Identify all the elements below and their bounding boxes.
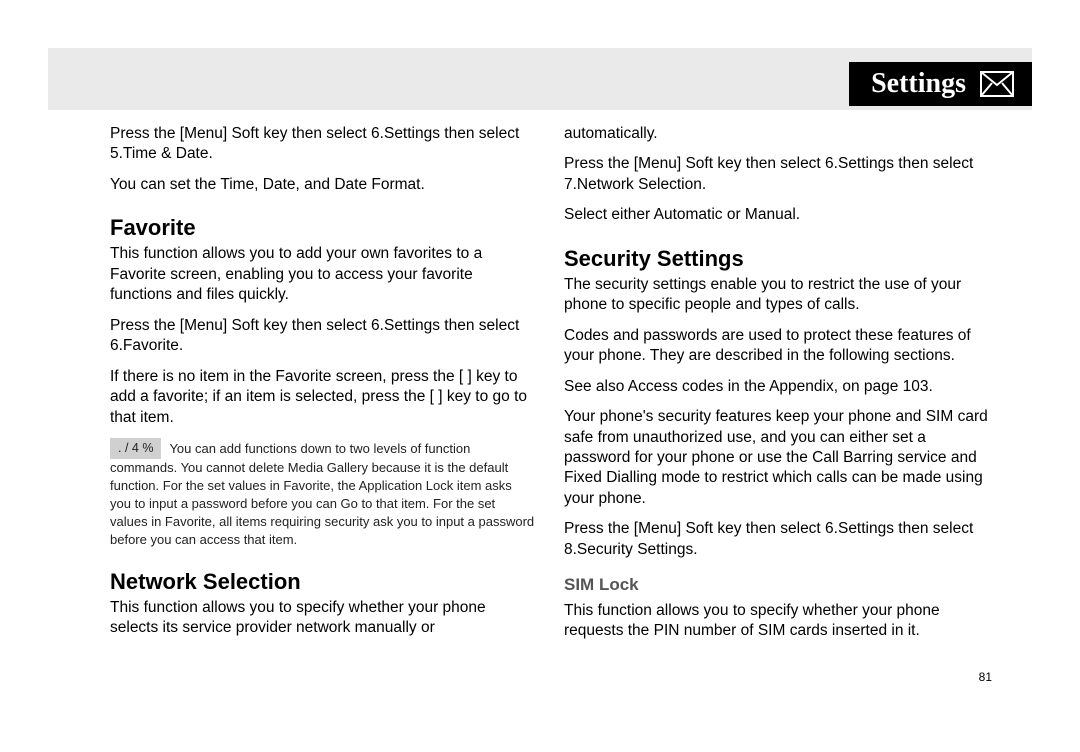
heading-security-settings: Security Settings — [564, 244, 990, 273]
page-header: Settings — [849, 62, 1032, 106]
heading-sim-lock: SIM Lock — [564, 574, 990, 596]
body-text: Press the [Menu] Soft key then select 6.… — [564, 519, 990, 560]
body-text: Select either Automatic or Manual. — [564, 205, 990, 225]
body-text: Your phone's security features keep your… — [564, 407, 990, 509]
body-text: automatically. — [564, 124, 990, 144]
right-column: automatically. Press the [Menu] Soft key… — [564, 124, 990, 652]
body-text: This function allows you to specify whet… — [564, 601, 990, 642]
body-text: Press the [Menu] Soft key then select 6.… — [564, 154, 990, 195]
envelope-icon — [980, 71, 1014, 97]
note-text: You can add functions down to two levels… — [110, 441, 534, 547]
body-text: This function allows you to specify whet… — [110, 598, 536, 639]
page-title: Settings — [871, 68, 966, 100]
content-area: Press the [Menu] Soft key then select 6.… — [110, 124, 990, 652]
body-text: Press the [Menu] Soft key then select 6.… — [110, 124, 536, 165]
note-chip: . / 4 % — [110, 438, 161, 459]
left-column: Press the [Menu] Soft key then select 6.… — [110, 124, 536, 652]
body-text: Codes and passwords are used to protect … — [564, 326, 990, 367]
body-text: This function allows you to add your own… — [110, 244, 536, 305]
heading-favorite: Favorite — [110, 213, 536, 242]
page: Settings Press the [Menu] Soft key then … — [48, 48, 1032, 704]
body-text: See also Access codes in the Appendix, o… — [564, 377, 990, 397]
page-number: 81 — [979, 670, 992, 684]
body-text: Press the [Menu] Soft key then select 6.… — [110, 316, 536, 357]
note-block: . / 4 %You can add functions down to two… — [110, 438, 536, 549]
heading-network-selection: Network Selection — [110, 567, 536, 596]
body-text: The security settings enable you to rest… — [564, 275, 990, 316]
body-text: If there is no item in the Favorite scre… — [110, 367, 536, 428]
body-text: You can set the Time, Date, and Date For… — [110, 175, 536, 195]
